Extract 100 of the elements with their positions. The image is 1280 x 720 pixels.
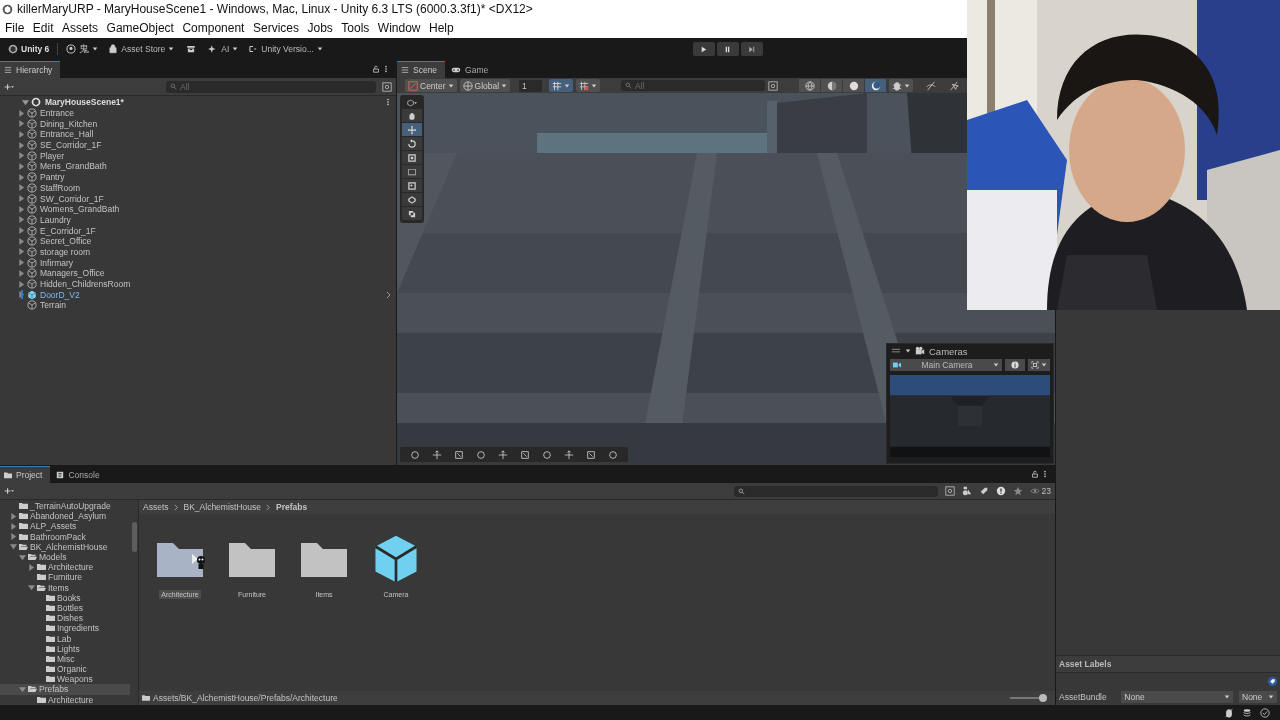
hierarchy-item[interactable]: SE_Corridor_1F bbox=[40, 140, 102, 151]
hierarchy-item[interactable]: Womens_GrandBath bbox=[40, 204, 120, 215]
folder-tree-item[interactable]: Architecture bbox=[48, 694, 94, 705]
folder-tree-item[interactable]: Architecture bbox=[48, 562, 94, 573]
space-dropdown[interactable]: Global bbox=[459, 79, 511, 92]
asset-store-button[interactable]: Asset Store bbox=[106, 44, 177, 54]
more-icon[interactable] bbox=[382, 65, 390, 73]
hierarchy-item[interactable]: Infirmary bbox=[40, 257, 74, 268]
filter-type-icon[interactable] bbox=[961, 486, 972, 496]
hierarchy-tab[interactable]: Hierarchy bbox=[0, 61, 61, 78]
folder-tree-item[interactable]: Weapons bbox=[57, 674, 93, 685]
hierarchy-item[interactable]: Laundry bbox=[40, 214, 71, 225]
folder-tree-item[interactable]: Books bbox=[57, 592, 81, 603]
hierarchy-item[interactable]: Terrain bbox=[40, 300, 66, 311]
picking-off-icon[interactable] bbox=[949, 80, 960, 91]
hierarchy-item[interactable]: storage room bbox=[40, 246, 91, 257]
menu-item[interactable]: File bbox=[5, 21, 25, 35]
chevron-right-icon[interactable] bbox=[385, 290, 393, 299]
hierarchy-item[interactable]: Managers_Office bbox=[40, 268, 105, 279]
cache-icon[interactable] bbox=[1242, 707, 1252, 718]
folder-tree-item[interactable]: _TerrainAutoUpgrade bbox=[30, 501, 111, 512]
breadcrumb-link[interactable]: Prefabs bbox=[276, 502, 308, 512]
grid-size-field[interactable]: 1 bbox=[519, 79, 543, 92]
shading-button[interactable] bbox=[799, 79, 821, 92]
folder-tree-item[interactable]: Models bbox=[39, 552, 67, 563]
shading-button[interactable] bbox=[843, 79, 865, 92]
menu-item[interactable]: Window bbox=[377, 21, 421, 35]
debug-off-icon[interactable] bbox=[1224, 707, 1234, 718]
menu-item[interactable]: Help bbox=[429, 21, 454, 35]
breadcrumb-link[interactable]: BK_AlchemistHouse bbox=[183, 502, 261, 512]
folder-tree-item[interactable]: Dishes bbox=[57, 613, 83, 624]
folder-tree-item[interactable]: Ingredients bbox=[57, 623, 100, 634]
hierarchy-item[interactable]: Dining_Kitchen bbox=[40, 118, 98, 129]
hierarchy-item[interactable]: E_Corridor_1F bbox=[40, 225, 96, 236]
warning-icon[interactable] bbox=[995, 486, 1006, 496]
hierarchy-item[interactable]: DoorD_V2 bbox=[40, 289, 80, 300]
folder-tree-item[interactable]: ALP_Assets bbox=[30, 521, 77, 532]
pause-button[interactable] bbox=[716, 42, 739, 56]
lock-icon[interactable] bbox=[372, 65, 380, 73]
visibility-off-icon[interactable] bbox=[926, 80, 937, 91]
folder-tree-item[interactable]: Lights bbox=[57, 643, 80, 654]
search-field[interactable] bbox=[733, 485, 938, 497]
grid-snap-button[interactable] bbox=[549, 79, 574, 92]
panel-tab[interactable]: Project bbox=[0, 466, 51, 483]
hierarchy-item[interactable]: Pantry bbox=[40, 172, 65, 183]
gizmos-button[interactable] bbox=[889, 79, 914, 92]
breadcrumb-link[interactable]: Assets bbox=[143, 502, 169, 512]
label-icon[interactable] bbox=[1268, 676, 1277, 686]
more-icon[interactable] bbox=[1041, 470, 1049, 478]
user-button[interactable]: 鬼 bbox=[64, 42, 101, 56]
folder-tree-item[interactable]: Furniture bbox=[48, 572, 82, 583]
folder-tree-item[interactable]: Bottles bbox=[57, 602, 83, 613]
menu-item[interactable]: Jobs bbox=[307, 21, 333, 35]
folder-tree-item[interactable]: Lab bbox=[57, 633, 72, 644]
account-button[interactable]: Unity 6 bbox=[6, 44, 52, 54]
eye-icon[interactable] bbox=[1029, 486, 1040, 496]
folder-tree-item[interactable]: Abandoned_Asylum bbox=[30, 511, 107, 522]
lock-icon[interactable] bbox=[1031, 470, 1039, 478]
panel-tab[interactable]: Console bbox=[52, 466, 108, 483]
ai-button[interactable]: AI bbox=[206, 44, 241, 54]
step-button[interactable] bbox=[740, 42, 763, 56]
hierarchy-item[interactable]: Hidden_ChildrensRoom bbox=[40, 279, 131, 290]
play-button[interactable] bbox=[692, 42, 715, 56]
hierarchy-item[interactable]: Player bbox=[40, 150, 65, 161]
hierarchy-item[interactable]: SW_Corridor_1F bbox=[40, 193, 104, 204]
folder-tree-item[interactable]: Items bbox=[48, 582, 69, 593]
view-tab[interactable]: Scene bbox=[397, 61, 446, 78]
hierarchy-item[interactable]: Secret_Office bbox=[40, 236, 92, 247]
hierarchy-item[interactable]: Entrance bbox=[40, 108, 75, 119]
hierarchy-item[interactable]: StaffRoom bbox=[40, 182, 80, 193]
hierarchy-item[interactable]: Entrance_Hall bbox=[40, 129, 94, 140]
add-icon[interactable] bbox=[4, 486, 14, 496]
menu-item[interactable]: GameObject bbox=[106, 21, 174, 35]
add-icon[interactable] bbox=[4, 81, 14, 92]
menu-item[interactable]: Component bbox=[182, 21, 245, 35]
folder-tree-item[interactable]: Organic bbox=[57, 664, 87, 675]
archive-icon[interactable] bbox=[186, 44, 197, 54]
asset-bundle-dropdown[interactable]: None bbox=[1121, 691, 1233, 703]
star-icon[interactable] bbox=[1012, 486, 1023, 496]
menu-item[interactable]: Services bbox=[252, 21, 299, 35]
shading-button[interactable] bbox=[821, 79, 843, 92]
hierarchy-item[interactable]: Mens_GrandBath bbox=[40, 161, 107, 172]
variant-dropdown[interactable]: None bbox=[1239, 691, 1277, 703]
view-tab[interactable]: Game bbox=[447, 61, 497, 78]
shading-button[interactable] bbox=[865, 79, 887, 92]
folder-tree-item[interactable]: BathroomPack bbox=[30, 531, 86, 542]
menu-item[interactable]: Edit bbox=[32, 21, 54, 35]
scene-view-icon[interactable] bbox=[768, 80, 779, 91]
pivot-dropdown[interactable]: Center bbox=[405, 79, 457, 92]
menu-item[interactable]: Tools bbox=[341, 21, 370, 35]
folder-tree-item[interactable]: Misc bbox=[57, 653, 75, 664]
version-control-button[interactable]: Unity Versio... bbox=[246, 44, 325, 54]
menu-item[interactable]: Assets bbox=[62, 21, 99, 35]
scene-view-icon[interactable] bbox=[382, 81, 392, 92]
label-icon[interactable] bbox=[978, 486, 989, 496]
increment-snap-button[interactable] bbox=[576, 79, 601, 92]
scene-view-icon[interactable] bbox=[944, 486, 955, 496]
more-icon[interactable] bbox=[384, 98, 392, 107]
folder-tree-item[interactable]: BK_AlchemistHouse bbox=[30, 541, 108, 552]
check-circle-icon[interactable] bbox=[1260, 707, 1270, 718]
